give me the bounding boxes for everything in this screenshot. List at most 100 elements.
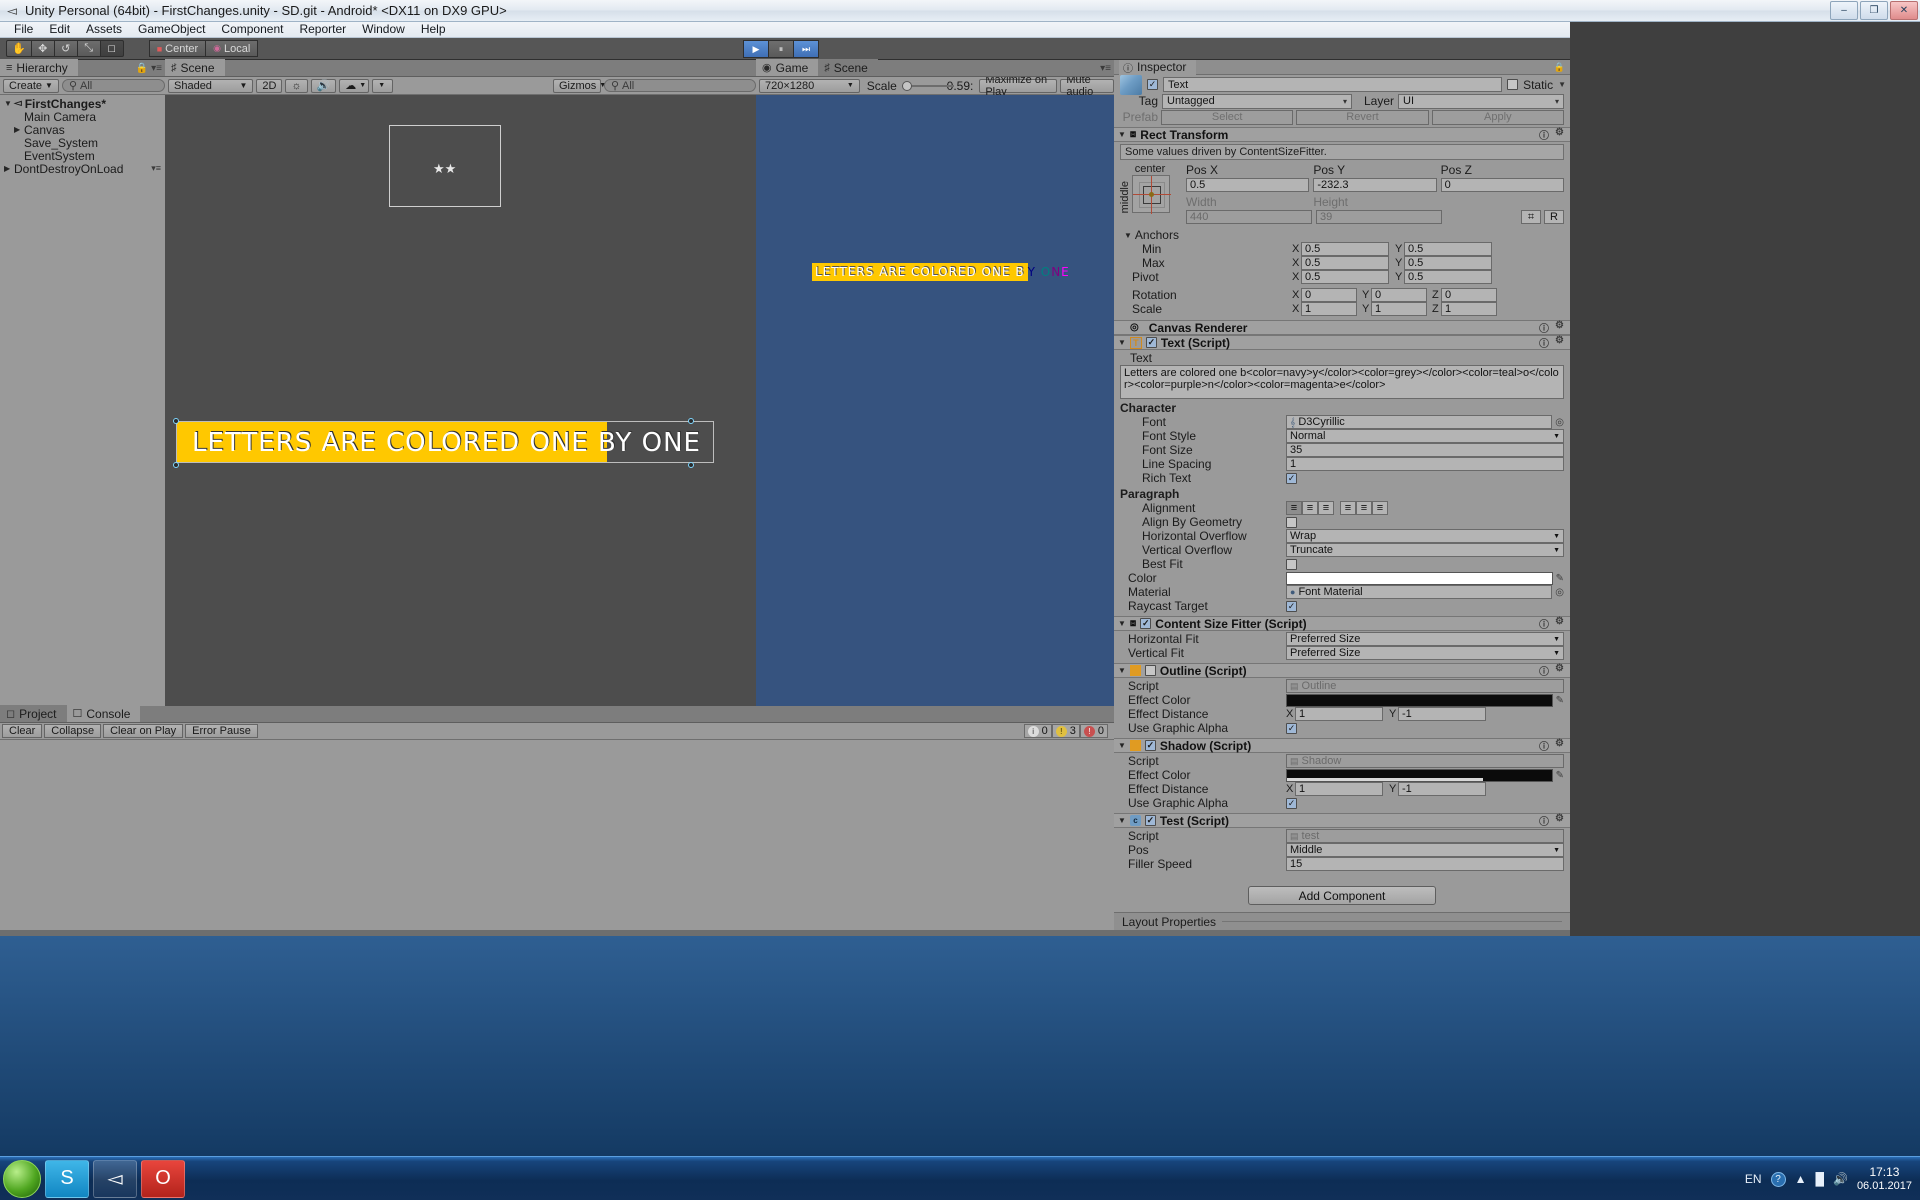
anchor-preset-box[interactable]	[1132, 175, 1171, 214]
menu-edit[interactable]: Edit	[41, 22, 78, 37]
chevron-down-icon[interactable]: ▼	[1558, 80, 1566, 89]
rich-text-checkbox[interactable]: ✓	[1286, 472, 1297, 484]
hierarchy-item-dontdestroyonload[interactable]: ▶ DontDestroyOnLoad ▾≡	[0, 162, 165, 176]
filler-speed-input[interactable]: 15	[1286, 857, 1564, 871]
scene-search-input[interactable]: ⚲ All	[603, 79, 756, 92]
scale-x-input[interactable]: 1	[1301, 302, 1357, 316]
help-icon[interactable]: ⓘ	[1539, 335, 1549, 350]
font-style-dropdown[interactable]: Normal ▼	[1286, 429, 1564, 443]
outline-enabled-checkbox[interactable]	[1144, 665, 1156, 676]
game-viewport[interactable]: LETTERS ARE COLORED ONE BY ONE	[756, 95, 1114, 706]
layer-dropdown[interactable]: UI	[1398, 93, 1564, 109]
align-left-icon[interactable]: ≡	[1286, 501, 1302, 515]
eyedropper-icon[interactable]: ✎	[1553, 573, 1564, 584]
scale-z-input[interactable]: 1	[1441, 302, 1497, 316]
menu-gameobject[interactable]: GameObject	[130, 22, 213, 37]
lock-icon[interactable]: 🔒	[136, 63, 148, 74]
anchor-min-y-input[interactable]: 0.5	[1404, 242, 1492, 256]
help-icon[interactable]: ⓘ	[1539, 616, 1549, 631]
anchor-preset-widget[interactable]: center middle	[1119, 163, 1180, 224]
gizmos-dropdown[interactable]: Gizmos ▼	[552, 78, 606, 93]
menu-reporter[interactable]: Reporter	[291, 22, 354, 37]
horizontal-fit-dropdown[interactable]: Preferred Size ▼	[1286, 632, 1564, 646]
test-enabled-checkbox[interactable]: ✓	[1144, 815, 1156, 826]
canvas-renderer-header[interactable]: ◎ Canvas Renderer ⓘ ⚙	[1114, 320, 1570, 335]
prefab-select-button[interactable]: Select	[1161, 109, 1294, 125]
test-pos-dropdown[interactable]: Middle ▼	[1286, 843, 1564, 857]
content-size-fitter-header[interactable]: ▼ ⧈ ✓ Content Size Fitter (Script) ⓘ ⚙	[1114, 616, 1570, 631]
audio-toggle-button[interactable]: 🔊	[310, 78, 337, 93]
outline-effect-distance-x-input[interactable]: 1	[1295, 707, 1383, 721]
align-top-icon[interactable]: ≡	[1340, 501, 1356, 515]
scale-slider-thumb[interactable]	[901, 80, 912, 91]
collapse-button[interactable]: Collapse	[44, 724, 102, 738]
rotation-z-input[interactable]: 0	[1441, 288, 1497, 302]
pause-button[interactable]: ⏸	[768, 40, 794, 58]
resize-handle-br[interactable]	[688, 462, 694, 468]
maximize-on-play-button[interactable]: Maximize on Play	[979, 74, 1058, 98]
horizontal-overflow-dropdown[interactable]: Wrap ▼	[1286, 529, 1564, 543]
language-indicator[interactable]: EN	[1745, 1172, 1762, 1186]
pos-x-input[interactable]: 0.5	[1186, 178, 1310, 192]
pivot-y-input[interactable]: 0.5	[1404, 270, 1492, 284]
align-bottom-icon[interactable]: ≡	[1372, 501, 1388, 515]
help-icon[interactable]: ?	[1770, 1171, 1786, 1187]
lighting-toggle-button[interactable]: ☼	[285, 78, 308, 93]
shadow-enabled-checkbox[interactable]: ✓	[1144, 740, 1156, 751]
skype-icon[interactable]: S	[45, 1159, 89, 1198]
line-spacing-input[interactable]: 1	[1286, 457, 1564, 471]
hierarchy-item-firstchanges[interactable]: ▼ ◅ FirstChanges*	[0, 97, 165, 111]
minimize-button[interactable]: –	[1830, 1, 1858, 20]
hierarchy-search-input[interactable]: ⚲ All	[61, 79, 165, 92]
info-count[interactable]: i 0	[1023, 724, 1052, 738]
2d-toggle-button[interactable]: 2D	[256, 78, 283, 93]
tab-scene-secondary[interactable]: ♯ Scene	[818, 59, 878, 76]
shadow-effect-color-swatch[interactable]	[1286, 768, 1553, 782]
text-content-textarea[interactable]: Letters are colored one b<color=navy>y</…	[1120, 365, 1564, 399]
layout-properties-bar[interactable]: Layout Properties	[1114, 912, 1570, 930]
test-script-header[interactable]: ▼ c ✓ Test (Script) ⓘ ⚙	[1114, 813, 1570, 828]
height-input[interactable]: 39	[1316, 210, 1442, 224]
network-icon[interactable]: █	[1815, 1172, 1824, 1186]
font-object-field[interactable]: 𝄞 D3Cyrillic	[1286, 415, 1553, 429]
window-controls[interactable]: – ❐ ✕	[1830, 1, 1918, 20]
chevron-right-icon[interactable]: ▶	[14, 125, 24, 134]
font-picker-icon[interactable]: ◎	[1552, 417, 1564, 428]
help-icon[interactable]: ⓘ	[1539, 320, 1549, 335]
chevron-right-icon[interactable]: ▶	[4, 164, 14, 173]
tag-dropdown[interactable]: Untagged	[1162, 93, 1352, 109]
resolution-dropdown[interactable]: 720×1280 ▼	[759, 78, 860, 93]
resize-handle-tl[interactable]	[173, 418, 179, 424]
console-log-list[interactable]	[0, 740, 1114, 929]
static-checkbox[interactable]	[1507, 79, 1519, 90]
hierarchy-item-eventsystem[interactable]: EventSystem	[0, 149, 165, 163]
create-button[interactable]: Create ▼	[3, 78, 59, 93]
taskbar-clock[interactable]: 17:13 06.01.2017	[1857, 1165, 1912, 1193]
chevron-down-icon[interactable]: ▼	[1118, 338, 1126, 347]
mute-audio-button[interactable]: Mute audio	[1060, 74, 1114, 98]
gear-icon[interactable]: ⚙	[1555, 663, 1564, 678]
move-tool-icon[interactable]: ✥	[30, 40, 55, 57]
content-size-fitter-enabled-checkbox[interactable]: ✓	[1140, 618, 1152, 629]
raw-edit-button[interactable]: R	[1544, 210, 1564, 224]
prefab-revert-button[interactable]: Revert	[1296, 109, 1429, 125]
align-center-icon[interactable]: ≡	[1302, 501, 1318, 515]
gear-icon[interactable]: ⚙	[1555, 616, 1564, 631]
game-tab-options[interactable]: ▾≡	[1100, 63, 1111, 74]
material-picker-icon[interactable]: ◎	[1552, 587, 1564, 598]
maximize-button[interactable]: ❐	[1860, 1, 1888, 20]
pivot-x-input[interactable]: 0.5	[1301, 270, 1389, 284]
options-menu-icon[interactable]: ▾≡	[1100, 63, 1111, 74]
chevron-down-icon[interactable]: ▼	[1120, 231, 1132, 240]
start-orb[interactable]	[3, 1159, 41, 1198]
gear-icon[interactable]: ⚙	[1555, 335, 1564, 350]
shadow-effect-distance-x-input[interactable]: 1	[1295, 782, 1383, 796]
anchor-min-x-input[interactable]: 0.5	[1301, 242, 1389, 256]
chevron-down-icon[interactable]: ▼	[4, 99, 14, 108]
hierarchy-item-main-camera[interactable]: Main Camera	[0, 110, 165, 124]
menu-component[interactable]: Component	[213, 22, 291, 37]
step-button[interactable]: ⏭	[793, 40, 819, 58]
vertical-fit-dropdown[interactable]: Preferred Size ▼	[1286, 646, 1564, 660]
chevron-down-icon[interactable]: ▼	[1118, 619, 1126, 628]
scale-y-input[interactable]: 1	[1371, 302, 1427, 316]
